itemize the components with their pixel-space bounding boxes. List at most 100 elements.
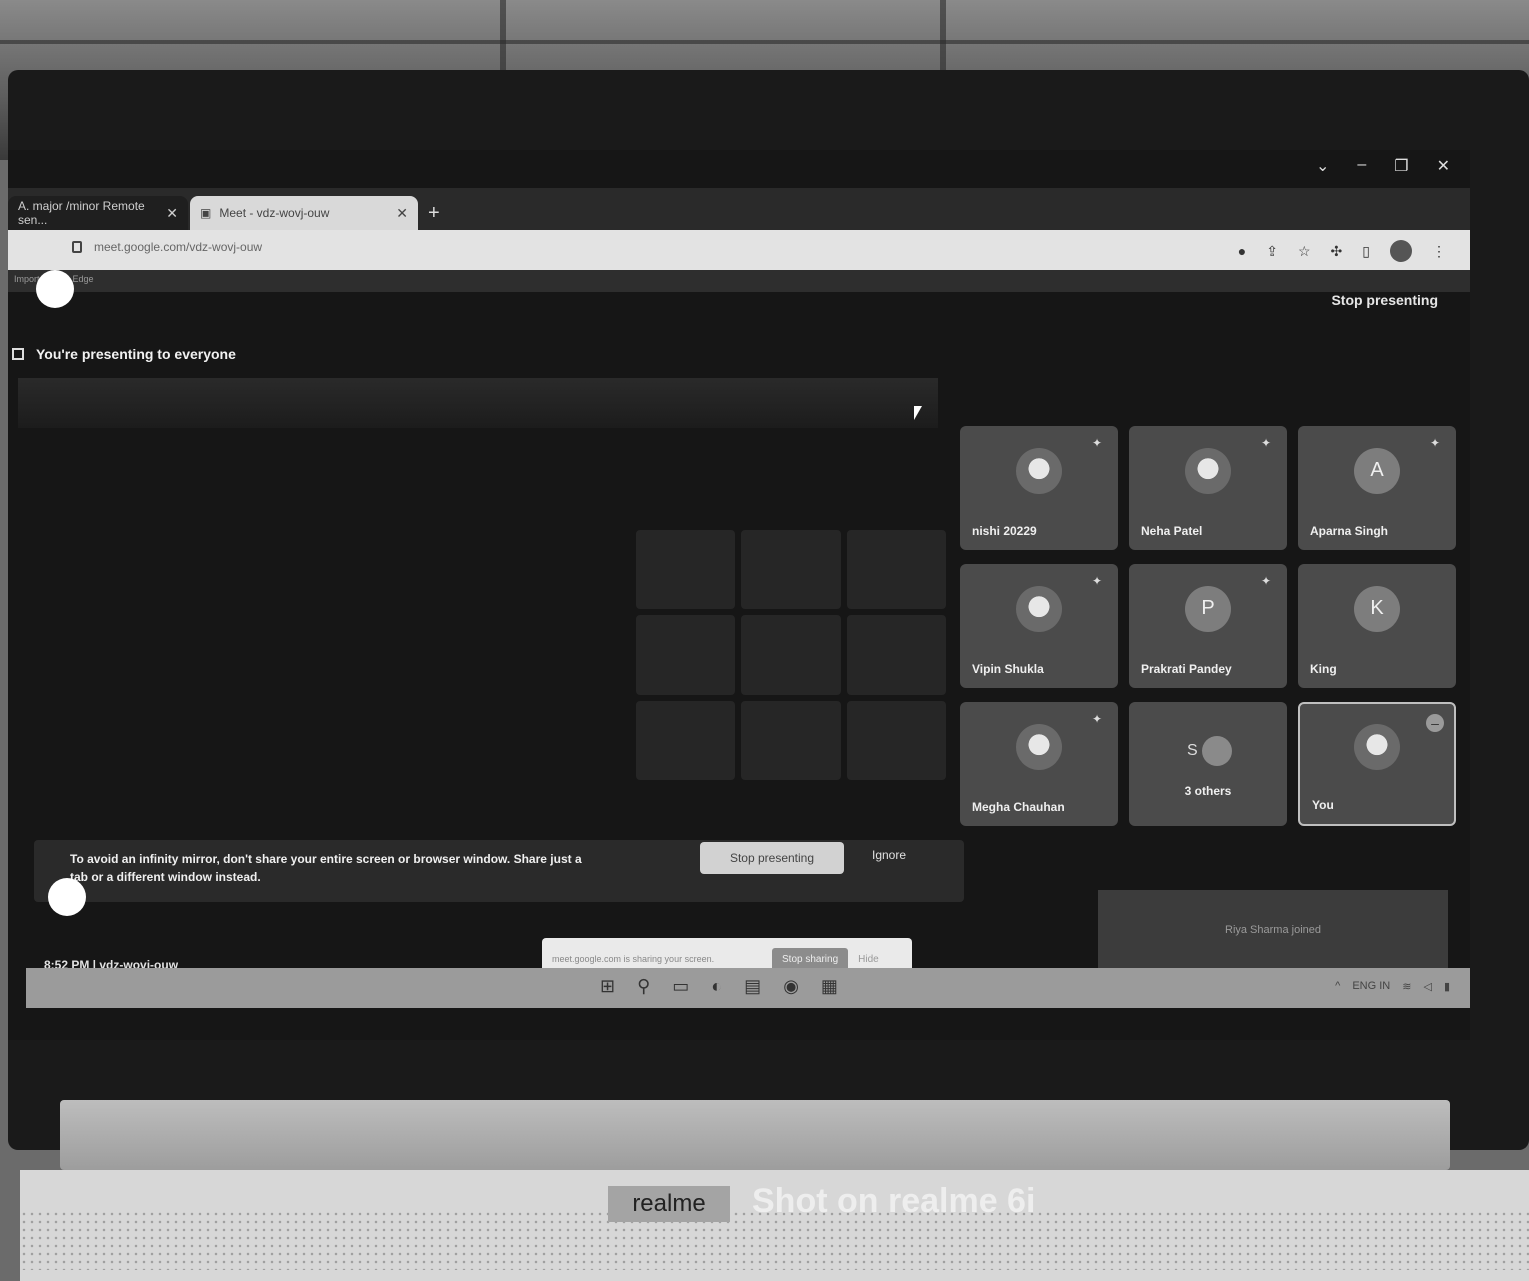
mirror-tile [741,615,841,695]
infinity-mirror-preview [18,378,938,428]
participant-name: You [1312,798,1334,812]
stop-presenting-button[interactable]: Stop presenting [1331,292,1438,308]
realme-logo: realme [608,1186,730,1222]
minimize-icon[interactable]: – [1357,156,1366,176]
pin-icon[interactable]: ✦ [1092,436,1102,450]
present-screen-icon [12,348,24,360]
avatar [1201,736,1232,766]
mirror-tile [636,700,736,780]
avatar [1185,447,1231,494]
hide-button[interactable]: Hide [858,954,879,965]
tab-label: Meet - vdz-wovj-ouw [219,206,330,220]
profile-avatar[interactable] [1390,240,1412,262]
avatar [1016,585,1062,632]
language-indicator[interactable]: ENG IN [1352,980,1390,993]
tab-label: A. major /minor Remote sen... [18,199,145,227]
chevron-up-icon[interactable]: ^ [1335,980,1340,993]
pin-icon[interactable]: ✦ [1092,712,1102,726]
participant-name: Neha Patel [1141,524,1203,538]
mirror-tile [846,700,946,780]
taskbar: ⊞ ⚲ ▭ ◐ ▤ ◉ ▦ ^ ENG IN ≋ ◁ ▮ [26,968,1470,1008]
battery-icon[interactable]: ▮ [1444,980,1450,993]
star-icon[interactable]: ☆ [1298,243,1311,260]
avatar: K [1354,585,1400,632]
presenting-text: You're presenting to everyone [36,346,236,362]
participant-tile[interactable]: ✦ P Prakrati Pandey [1129,564,1287,688]
pin-icon[interactable]: ✦ [1261,574,1271,588]
participant-tile[interactable]: ✦ A Aparna Singh [1298,426,1456,550]
warning-text: To avoid an infinity mirror, don't share… [70,852,582,884]
participant-name: King [1310,662,1337,676]
others-avatars: S [1187,736,1232,766]
file-explorer-icon[interactable]: ▤ [744,976,761,997]
participant-tile[interactable]: ✦ Neha Patel [1129,426,1287,550]
warning-stop-presenting-button[interactable]: Stop presenting [700,842,844,874]
chevron-down-icon[interactable]: ⌄ [1316,156,1329,176]
participant-name: Megha Chauhan [972,800,1065,814]
close-tab-icon[interactable]: ✕ [166,205,178,222]
taskbar-apps: ⊞ ⚲ ▭ ◐ ▤ ◉ ▦ [600,976,838,997]
meet-favicon-icon: ▣ [200,206,212,220]
mirror-tile [636,530,736,610]
camera-icon[interactable]: ● [1238,243,1246,259]
minimize-self-icon[interactable]: – [1426,714,1444,732]
avatar [1016,723,1062,770]
menu-icon[interactable]: ⋮ [1432,243,1446,260]
avatar-initial: S [1187,742,1198,759]
laptop-base: realme Shot on realme 6i [20,1170,1529,1281]
sidebar-icon[interactable]: ▯ [1362,243,1370,260]
participant-tile[interactable]: ✦ Vipin Shukla [960,564,1118,688]
system-tray: ^ ENG IN ≋ ◁ ▮ [1335,980,1450,993]
share-icon[interactable]: ⇪ [1266,243,1278,260]
search-icon[interactable]: ⚲ [637,976,650,997]
windows-start-icon[interactable]: ⊞ [600,976,615,997]
pin-icon[interactable]: ✦ [1092,574,1102,588]
tab-remote-sensing[interactable]: A. major /minor Remote sen... ✕ [8,196,188,230]
tab-meet[interactable]: ▣ Meet - vdz-wovj-ouw ✕ [190,196,418,230]
participant-tile[interactable]: K King [1298,564,1456,688]
task-view-icon[interactable]: ▭ [672,976,689,997]
new-tab-icon[interactable]: + [428,202,440,225]
participant-tile[interactable]: S 3 others [1129,702,1287,826]
close-tab-icon[interactable]: ✕ [396,205,408,222]
ignore-button[interactable]: Ignore [872,848,906,862]
pin-icon[interactable]: ✦ [1430,436,1440,450]
mirror-tile [741,530,841,610]
avatar [1016,447,1062,494]
scan-hole [36,270,74,308]
participant-name: Aparna Singh [1310,524,1389,538]
maximize-icon[interactable]: ❐ [1394,156,1408,176]
tab-bar: A. major /minor Remote sen... ✕ ▣ Meet -… [8,188,1470,230]
avatar [1354,724,1400,771]
chrome-icon[interactable]: ◉ [783,976,799,997]
joined-notification: Riya Sharma joined [1098,890,1448,970]
participant-tile-self[interactable]: – You [1298,702,1456,826]
wall-line [0,40,1529,44]
close-window-icon[interactable]: ✕ [1437,156,1450,176]
camera-watermark: Shot on realme 6i [752,1182,1036,1220]
address-bar: meet.google.com/vdz-wovj-ouw ● ⇪ ☆ ✣ ▯ ⋮ [8,230,1470,270]
lock-icon[interactable] [72,241,82,253]
edge-icon[interactable]: ◐ [711,976,722,997]
mirror-tile [846,530,946,610]
scan-hole [48,878,86,916]
presenting-banner: You're presenting to everyone [12,346,236,362]
infinity-mirror-warning: To avoid an infinity mirror, don't share… [34,840,964,902]
participant-tile[interactable]: ✦ nishi 20229 [960,426,1118,550]
volume-icon[interactable]: ◁ [1423,980,1431,993]
pin-icon[interactable]: ✦ [1261,436,1271,450]
participant-name: Prakrati Pandey [1141,662,1232,676]
participant-name: 3 others [1184,784,1232,798]
url-field[interactable]: meet.google.com/vdz-wovj-ouw [94,240,262,254]
wifi-icon[interactable]: ≋ [1402,980,1411,993]
browser-toolbar: ● ⇪ ☆ ✣ ▯ ⋮ [1238,240,1446,262]
avatar: P [1185,585,1231,632]
mirror-tile [846,615,946,695]
mouse-cursor-icon [914,406,930,420]
laptop-hinge [60,1100,1450,1170]
laptop-screen: ⌄ – ❐ ✕ A. major /minor Remote sen... ✕ … [8,150,1470,1040]
app-icon[interactable]: ▦ [821,976,838,997]
participant-tile[interactable]: ✦ Megha Chauhan [960,702,1118,826]
avatar: A [1354,447,1400,494]
extensions-icon[interactable]: ✣ [1331,243,1343,260]
